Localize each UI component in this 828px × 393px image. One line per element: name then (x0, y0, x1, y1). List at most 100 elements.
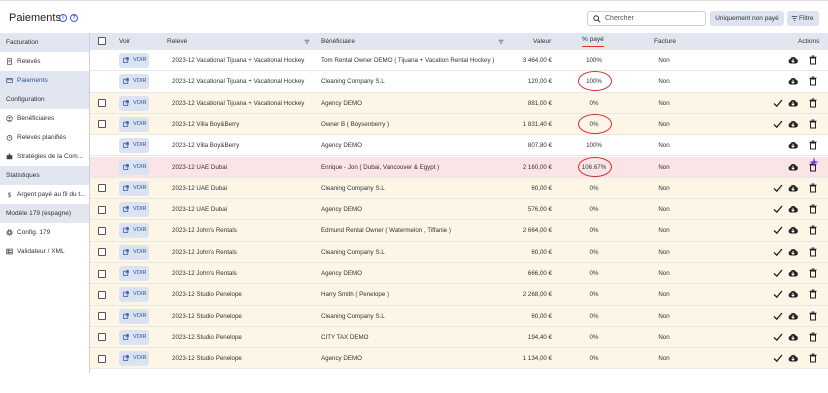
mark-paid-check-icon[interactable] (773, 353, 783, 363)
sidebar-item[interactable]: Paiements (0, 71, 89, 90)
cloud-download-icon[interactable] (788, 98, 798, 108)
releve-filter-icon[interactable] (304, 39, 310, 45)
trash-icon[interactable] (808, 247, 818, 257)
cloud-download-icon[interactable] (788, 353, 798, 363)
trash-icon[interactable] (808, 225, 818, 235)
voir-button[interactable]: VOIR (119, 53, 149, 68)
search-input[interactable] (605, 13, 703, 24)
cloud-download-icon[interactable] (788, 247, 798, 257)
col-pct-paye[interactable]: % payé (582, 33, 604, 47)
sidebar-item[interactable]: Relevés (0, 52, 89, 71)
row-checkbox[interactable] (98, 248, 106, 257)
col-facture: Facture (654, 38, 677, 45)
trash-icon[interactable] (808, 98, 818, 108)
cloud-download-icon[interactable] (788, 76, 798, 86)
mark-paid-check-icon[interactable] (773, 98, 783, 108)
cloud-download-icon[interactable] (788, 55, 798, 65)
cloud-download-icon[interactable] (788, 140, 798, 150)
row-checkbox[interactable] (98, 269, 106, 278)
sidebar-item[interactable]: Relevés planifiés (0, 128, 89, 147)
voir-button[interactable]: VOIR (119, 138, 149, 154)
cloud-download-icon[interactable] (788, 204, 798, 214)
unpaid-only-button[interactable]: Uniquement non payé (710, 11, 784, 26)
col-releve[interactable]: Relevé (167, 33, 187, 50)
voir-button[interactable]: VOIR (119, 116, 149, 132)
mark-paid-check-icon[interactable] (773, 225, 783, 235)
mark-paid-check-icon[interactable] (773, 268, 783, 278)
sparkle-icon[interactable] (809, 157, 819, 167)
search-box[interactable] (587, 11, 706, 26)
trash-icon[interactable] (808, 204, 818, 214)
voir-button[interactable]: VOIR (119, 180, 149, 196)
beneficiaire-filter-icon[interactable] (498, 39, 504, 45)
mark-paid-check-icon[interactable] (773, 183, 783, 193)
mark-paid-check-icon[interactable] (773, 311, 783, 321)
sidebar-item[interactable]: Validateur / XML (0, 242, 89, 261)
voir-button[interactable]: VOIR (119, 266, 149, 281)
row-checkbox[interactable] (98, 205, 106, 214)
cloud-download-icon[interactable] (788, 183, 798, 193)
cell-valeur: 2 664,00 € (522, 227, 552, 235)
help-icon[interactable]: ? (70, 14, 78, 22)
voir-label: VOIR (133, 355, 147, 362)
sidebar-item[interactable]: Stratégies de la Com... (0, 147, 89, 166)
cell-beneficiaire: Cleaning Company S.L (321, 78, 385, 86)
cloud-download-icon[interactable] (788, 311, 798, 321)
cloud-download-icon[interactable] (788, 289, 798, 299)
trash-icon[interactable] (808, 183, 818, 193)
trash-icon[interactable] (808, 140, 818, 150)
row-checkbox[interactable] (98, 226, 106, 235)
trash-icon[interactable] (808, 289, 818, 299)
table-row: VOIR 2023-12 Vacational Tijuana + Vacatio… (90, 50, 828, 72)
open-external-icon (123, 185, 129, 191)
mark-paid-check-icon[interactable] (773, 247, 783, 257)
trash-icon[interactable] (808, 55, 818, 65)
voir-button[interactable]: VOIR (119, 287, 149, 303)
sidebar-item[interactable]: $ Argent payé au fil du t... (0, 185, 89, 204)
sidebar-item[interactable]: Config. 179 (0, 223, 89, 242)
trash-icon[interactable] (808, 268, 818, 278)
cloud-download-icon[interactable] (788, 162, 798, 172)
trash-icon[interactable] (808, 353, 818, 363)
cell-facture: Non (658, 270, 670, 277)
mark-paid-check-icon[interactable] (773, 204, 783, 214)
voir-button[interactable]: VOIR (119, 308, 149, 324)
voir-button[interactable]: VOIR (119, 351, 149, 367)
row-checkbox[interactable] (98, 99, 106, 108)
select-all-checkbox[interactable] (98, 37, 106, 45)
row-checkbox[interactable] (98, 333, 106, 342)
cloud-download-icon[interactable] (788, 332, 798, 342)
mark-paid-check-icon[interactable] (773, 119, 783, 129)
row-checkbox[interactable] (98, 312, 106, 321)
voir-button[interactable]: VOIR (119, 244, 149, 260)
row-checkbox[interactable] (98, 184, 106, 193)
mark-paid-check-icon[interactable] (773, 332, 783, 342)
info-icon[interactable]: i (59, 14, 67, 22)
voir-button[interactable]: VOIR (119, 202, 149, 218)
voir-button[interactable]: VOIR (119, 74, 149, 90)
voir-button[interactable]: VOIR (119, 329, 149, 345)
trash-icon[interactable] (808, 119, 818, 129)
trash-icon[interactable] (808, 311, 818, 321)
open-external-icon (123, 78, 129, 85)
row-checkbox[interactable] (98, 120, 106, 129)
cloud-download-icon[interactable] (788, 268, 798, 278)
sidebar-item[interactable]: Bénéficiaires (0, 109, 89, 128)
voir-button[interactable]: VOIR (119, 95, 149, 111)
cell-pct-paye: 0% (589, 291, 599, 299)
col-valeur[interactable]: Valeur (533, 33, 551, 50)
cloud-download-icon[interactable] (788, 119, 798, 129)
row-checkbox[interactable] (98, 290, 106, 299)
trash-icon[interactable] (808, 76, 818, 86)
voir-button[interactable]: VOIR (119, 159, 149, 175)
mark-paid-check-icon[interactable] (773, 289, 783, 299)
filter-button[interactable]: Filtre (787, 11, 819, 26)
cell-beneficiaire: CITY TAX DEMO (321, 333, 369, 341)
cloud-download-icon[interactable] (788, 225, 798, 235)
table-row: VOIR 2023-12 John's Rentals Cleaning Compa… (90, 241, 828, 263)
col-beneficiaire[interactable]: Bénéficiaire (321, 33, 355, 50)
cell-facture: Non (658, 142, 670, 150)
voir-button[interactable]: VOIR (119, 223, 149, 239)
trash-icon[interactable] (808, 332, 818, 342)
row-checkbox[interactable] (98, 354, 106, 363)
